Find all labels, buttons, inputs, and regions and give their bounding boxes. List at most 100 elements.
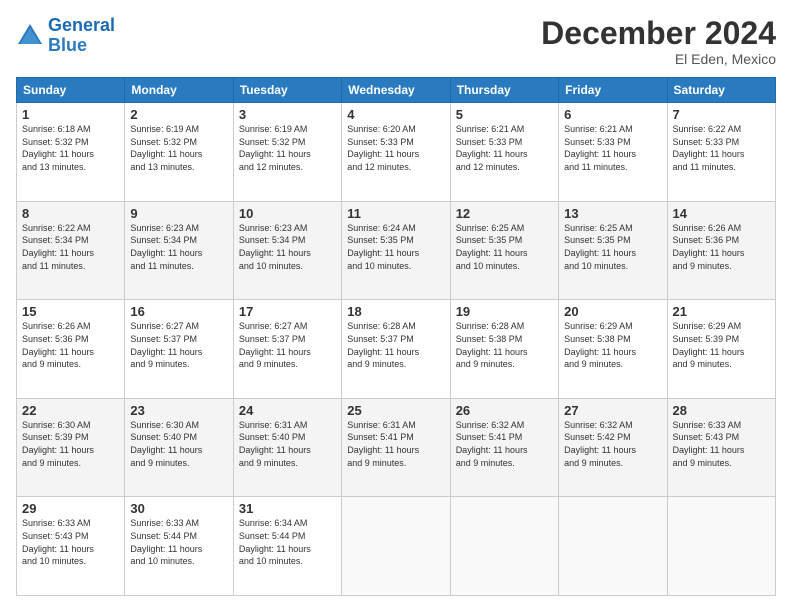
day-info: Sunrise: 6:29 AM Sunset: 5:39 PM Dayligh… [673,320,770,370]
day-number: 7 [673,107,770,122]
day-number: 30 [130,501,227,516]
logo-line1: General [48,15,115,35]
table-row: 2Sunrise: 6:19 AM Sunset: 5:32 PM Daylig… [125,103,233,202]
header: General Blue December 2024 El Eden, Mexi… [16,16,776,67]
table-row: 12Sunrise: 6:25 AM Sunset: 5:35 PM Dayli… [450,201,558,300]
table-row: 13Sunrise: 6:25 AM Sunset: 5:35 PM Dayli… [559,201,667,300]
header-sunday: Sunday [17,78,125,103]
day-number: 5 [456,107,553,122]
day-info: Sunrise: 6:24 AM Sunset: 5:35 PM Dayligh… [347,222,444,272]
header-tuesday: Tuesday [233,78,341,103]
location: El Eden, Mexico [541,51,776,67]
table-row: 23Sunrise: 6:30 AM Sunset: 5:40 PM Dayli… [125,398,233,497]
day-info: Sunrise: 6:30 AM Sunset: 5:39 PM Dayligh… [22,419,119,469]
calendar-table: Sunday Monday Tuesday Wednesday Thursday… [16,77,776,596]
table-row: 28Sunrise: 6:33 AM Sunset: 5:43 PM Dayli… [667,398,775,497]
day-info: Sunrise: 6:22 AM Sunset: 5:34 PM Dayligh… [22,222,119,272]
header-friday: Friday [559,78,667,103]
day-number: 26 [456,403,553,418]
table-row: 19Sunrise: 6:28 AM Sunset: 5:38 PM Dayli… [450,300,558,399]
day-info: Sunrise: 6:25 AM Sunset: 5:35 PM Dayligh… [456,222,553,272]
table-row: 24Sunrise: 6:31 AM Sunset: 5:40 PM Dayli… [233,398,341,497]
day-info: Sunrise: 6:31 AM Sunset: 5:40 PM Dayligh… [239,419,336,469]
day-number: 4 [347,107,444,122]
table-row: 17Sunrise: 6:27 AM Sunset: 5:37 PM Dayli… [233,300,341,399]
table-row: 1Sunrise: 6:18 AM Sunset: 5:32 PM Daylig… [17,103,125,202]
day-number: 23 [130,403,227,418]
table-row [667,497,775,596]
table-row: 10Sunrise: 6:23 AM Sunset: 5:34 PM Dayli… [233,201,341,300]
title-block: December 2024 El Eden, Mexico [541,16,776,67]
table-row: 20Sunrise: 6:29 AM Sunset: 5:38 PM Dayli… [559,300,667,399]
table-row: 14Sunrise: 6:26 AM Sunset: 5:36 PM Dayli… [667,201,775,300]
logo-text: General Blue [48,16,115,56]
day-info: Sunrise: 6:25 AM Sunset: 5:35 PM Dayligh… [564,222,661,272]
day-number: 20 [564,304,661,319]
day-info: Sunrise: 6:32 AM Sunset: 5:41 PM Dayligh… [456,419,553,469]
header-monday: Monday [125,78,233,103]
day-info: Sunrise: 6:20 AM Sunset: 5:33 PM Dayligh… [347,123,444,173]
day-number: 31 [239,501,336,516]
day-number: 15 [22,304,119,319]
day-info: Sunrise: 6:21 AM Sunset: 5:33 PM Dayligh… [456,123,553,173]
day-info: Sunrise: 6:34 AM Sunset: 5:44 PM Dayligh… [239,517,336,567]
header-wednesday: Wednesday [342,78,450,103]
day-number: 17 [239,304,336,319]
day-info: Sunrise: 6:27 AM Sunset: 5:37 PM Dayligh… [130,320,227,370]
day-number: 13 [564,206,661,221]
day-info: Sunrise: 6:33 AM Sunset: 5:44 PM Dayligh… [130,517,227,567]
day-number: 2 [130,107,227,122]
table-row: 7Sunrise: 6:22 AM Sunset: 5:33 PM Daylig… [667,103,775,202]
day-info: Sunrise: 6:18 AM Sunset: 5:32 PM Dayligh… [22,123,119,173]
day-number: 21 [673,304,770,319]
day-number: 9 [130,206,227,221]
table-row: 15Sunrise: 6:26 AM Sunset: 5:36 PM Dayli… [17,300,125,399]
day-info: Sunrise: 6:33 AM Sunset: 5:43 PM Dayligh… [22,517,119,567]
day-number: 10 [239,206,336,221]
table-row: 25Sunrise: 6:31 AM Sunset: 5:41 PM Dayli… [342,398,450,497]
day-info: Sunrise: 6:26 AM Sunset: 5:36 PM Dayligh… [673,222,770,272]
day-number: 18 [347,304,444,319]
table-row: 9Sunrise: 6:23 AM Sunset: 5:34 PM Daylig… [125,201,233,300]
day-info: Sunrise: 6:31 AM Sunset: 5:41 PM Dayligh… [347,419,444,469]
day-number: 19 [456,304,553,319]
table-row: 8Sunrise: 6:22 AM Sunset: 5:34 PM Daylig… [17,201,125,300]
table-row: 18Sunrise: 6:28 AM Sunset: 5:37 PM Dayli… [342,300,450,399]
day-info: Sunrise: 6:23 AM Sunset: 5:34 PM Dayligh… [239,222,336,272]
table-row: 31Sunrise: 6:34 AM Sunset: 5:44 PM Dayli… [233,497,341,596]
header-saturday: Saturday [667,78,775,103]
day-info: Sunrise: 6:28 AM Sunset: 5:37 PM Dayligh… [347,320,444,370]
calendar-week-row: 22Sunrise: 6:30 AM Sunset: 5:39 PM Dayli… [17,398,776,497]
day-info: Sunrise: 6:19 AM Sunset: 5:32 PM Dayligh… [239,123,336,173]
day-info: Sunrise: 6:28 AM Sunset: 5:38 PM Dayligh… [456,320,553,370]
table-row: 21Sunrise: 6:29 AM Sunset: 5:39 PM Dayli… [667,300,775,399]
day-number: 11 [347,206,444,221]
day-number: 8 [22,206,119,221]
table-row: 29Sunrise: 6:33 AM Sunset: 5:43 PM Dayli… [17,497,125,596]
table-row: 27Sunrise: 6:32 AM Sunset: 5:42 PM Dayli… [559,398,667,497]
table-row: 3Sunrise: 6:19 AM Sunset: 5:32 PM Daylig… [233,103,341,202]
table-row [450,497,558,596]
day-info: Sunrise: 6:26 AM Sunset: 5:36 PM Dayligh… [22,320,119,370]
table-row: 16Sunrise: 6:27 AM Sunset: 5:37 PM Dayli… [125,300,233,399]
table-row [342,497,450,596]
calendar-week-row: 1Sunrise: 6:18 AM Sunset: 5:32 PM Daylig… [17,103,776,202]
day-number: 28 [673,403,770,418]
calendar-week-row: 29Sunrise: 6:33 AM Sunset: 5:43 PM Dayli… [17,497,776,596]
calendar-header-row: Sunday Monday Tuesday Wednesday Thursday… [17,78,776,103]
page: General Blue December 2024 El Eden, Mexi… [0,0,792,612]
day-number: 12 [456,206,553,221]
day-info: Sunrise: 6:30 AM Sunset: 5:40 PM Dayligh… [130,419,227,469]
table-row: 6Sunrise: 6:21 AM Sunset: 5:33 PM Daylig… [559,103,667,202]
day-number: 24 [239,403,336,418]
day-number: 29 [22,501,119,516]
table-row: 5Sunrise: 6:21 AM Sunset: 5:33 PM Daylig… [450,103,558,202]
table-row: 26Sunrise: 6:32 AM Sunset: 5:41 PM Dayli… [450,398,558,497]
table-row: 11Sunrise: 6:24 AM Sunset: 5:35 PM Dayli… [342,201,450,300]
day-info: Sunrise: 6:23 AM Sunset: 5:34 PM Dayligh… [130,222,227,272]
day-number: 16 [130,304,227,319]
table-row: 22Sunrise: 6:30 AM Sunset: 5:39 PM Dayli… [17,398,125,497]
day-info: Sunrise: 6:32 AM Sunset: 5:42 PM Dayligh… [564,419,661,469]
day-number: 22 [22,403,119,418]
day-info: Sunrise: 6:29 AM Sunset: 5:38 PM Dayligh… [564,320,661,370]
